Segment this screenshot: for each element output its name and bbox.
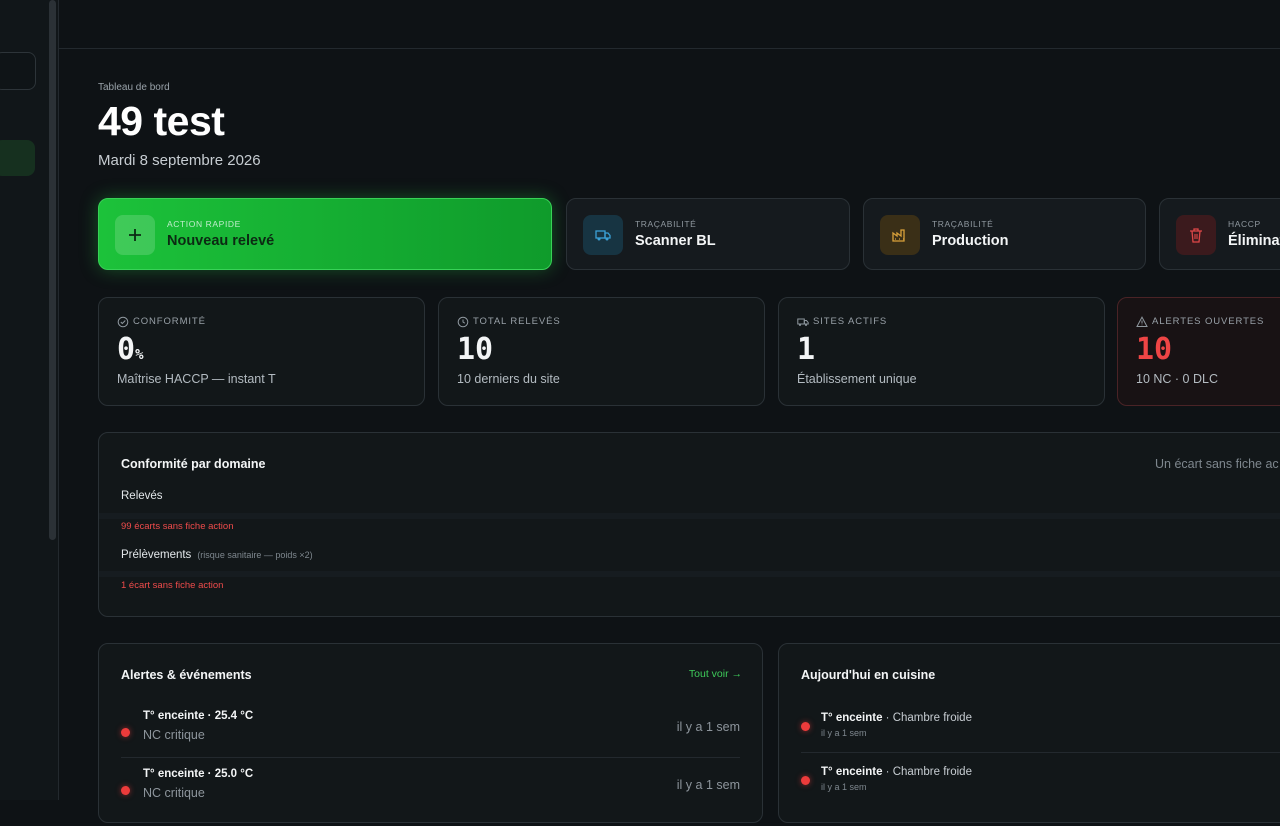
warning-icon xyxy=(1136,316,1148,327)
conformity-bar xyxy=(99,513,1280,519)
action-category: HACCP xyxy=(1228,219,1261,229)
action-category: TRAÇABILITÉ xyxy=(635,219,697,229)
alert-status: NC critique xyxy=(143,728,205,742)
kitchen-item-type: T° enceinte xyxy=(821,712,883,724)
new-reading-button[interactable]: ACTION RAPIDE Nouveau relevé xyxy=(98,198,552,270)
domain-warning: 99 écarts sans fiche action xyxy=(121,521,234,532)
alert-status: NC critique xyxy=(143,786,205,800)
conformity-panel: Conformité par domaine Un écart sans fic… xyxy=(98,432,1280,617)
kitchen-item-place: · Chambre froide xyxy=(882,712,972,724)
stat-unit: % xyxy=(135,347,144,363)
domain-note: (risque sanitaire — poids ×2) xyxy=(197,550,313,560)
domain-name: Relevés xyxy=(121,490,163,502)
plus-icon xyxy=(115,215,155,255)
kitchen-item-time: il y a 1 sem xyxy=(821,782,867,792)
stat-number: 0 xyxy=(117,332,136,367)
page-date: Mardi 8 septembre 2026 xyxy=(98,152,261,169)
elimination-button[interactable]: HACCP Éliminat xyxy=(1159,198,1280,270)
stat-value: 1 xyxy=(797,332,816,367)
stat-subtitle: 10 NC · 0 DLC xyxy=(1136,372,1218,386)
sidebar xyxy=(0,0,59,800)
panel-hint: Un écart sans fiche ac xyxy=(1155,457,1279,471)
status-dot-icon xyxy=(801,722,810,731)
factory-icon xyxy=(880,215,920,255)
stat-label: ALERTES OUVERTES xyxy=(1152,316,1265,327)
main-content: Tableau de bord 49 test Mardi 8 septembr… xyxy=(98,0,1280,823)
panel-title: Alertes & événements xyxy=(121,668,252,682)
alert-title: T° enceinte · 25.4 °C xyxy=(143,710,254,722)
kitchen-item-time: il y a 1 sem xyxy=(821,728,867,738)
panel-title: Conformité par domaine xyxy=(121,457,266,471)
alert-title: T° enceinte · 25.0 °C xyxy=(143,768,254,780)
status-dot-icon xyxy=(801,776,810,785)
sidebar-search-field[interactable] xyxy=(0,52,36,90)
alert-item[interactable]: T° enceinte · 25.4 °C NC critique il y a… xyxy=(121,710,740,768)
action-label: Scanner BL xyxy=(635,233,716,249)
domain-label: Relevés xyxy=(121,490,163,502)
action-category: TRAÇABILITÉ xyxy=(932,219,994,229)
alert-time: il y a 1 sem xyxy=(676,778,740,792)
divider xyxy=(801,752,1280,753)
clock-icon xyxy=(457,316,469,328)
truck-icon xyxy=(583,215,623,255)
truck-icon xyxy=(797,318,809,326)
check-circle-icon xyxy=(117,316,129,328)
domain-name: Prélèvements xyxy=(121,549,192,561)
conformity-bar xyxy=(99,571,1280,577)
scan-bl-button[interactable]: TRAÇABILITÉ Scanner BL xyxy=(566,198,850,270)
stat-value: 10 xyxy=(457,332,494,367)
panel-title: Aujourd'hui en cuisine xyxy=(801,668,936,682)
stat-card-open-alerts: ALERTES OUVERTES 10 10 NC · 0 DLC xyxy=(1117,297,1280,406)
action-label: Éliminat xyxy=(1228,233,1280,249)
stat-card-active-sites: SITES ACTIFS 1 Établissement unique xyxy=(778,297,1105,406)
stat-card-conformity: CONFORMITÉ 0% Maîtrise HACCP — instant T xyxy=(98,297,425,406)
kitchen-item[interactable]: T° enceinte · Chambre froide il y a 1 se… xyxy=(801,766,1280,816)
alert-time: il y a 1 sem xyxy=(676,720,740,734)
action-category: ACTION RAPIDE xyxy=(167,219,241,229)
alert-item[interactable]: T° enceinte · 25.0 °C NC critique il y a… xyxy=(121,768,740,826)
trash-icon xyxy=(1176,215,1216,255)
kitchen-panel: Aujourd'hui en cuisine T° enceinte · Cha… xyxy=(778,643,1280,823)
kitchen-item-type: T° enceinte xyxy=(821,766,883,778)
stat-label: SITES ACTIFS xyxy=(813,316,888,327)
stat-value: 0% xyxy=(117,332,144,367)
stat-subtitle: Établissement unique xyxy=(797,372,917,386)
stat-value: 10 xyxy=(1136,332,1173,367)
stat-label: CONFORMITÉ xyxy=(133,316,206,327)
page-title: 49 test xyxy=(98,98,225,144)
kitchen-item-place: · Chambre froide xyxy=(882,766,972,778)
stat-card-total-readings: TOTAL RELEVÉS 10 10 derniers du site xyxy=(438,297,765,406)
sidebar-item-active[interactable] xyxy=(0,140,35,176)
stat-label: TOTAL RELEVÉS xyxy=(473,316,561,327)
stat-subtitle: 10 derniers du site xyxy=(457,372,560,386)
sidebar-scrollbar[interactable] xyxy=(49,0,56,540)
status-dot-icon xyxy=(121,786,130,795)
kitchen-item[interactable]: T° enceinte · Chambre froide il y a 1 se… xyxy=(801,712,1280,762)
status-dot-icon xyxy=(121,728,130,737)
alerts-panel: Alertes & événements Tout voir → T° ence… xyxy=(98,643,763,823)
kitchen-item-title: T° enceinte · Chambre froide xyxy=(821,712,972,724)
kitchen-item-title: T° enceinte · Chambre froide xyxy=(821,766,972,778)
stat-subtitle: Maîtrise HACCP — instant T xyxy=(117,372,276,386)
action-label: Production xyxy=(932,233,1009,249)
divider xyxy=(121,757,740,758)
domain-warning: 1 écart sans fiche action xyxy=(121,580,224,591)
production-button[interactable]: TRAÇABILITÉ Production xyxy=(863,198,1146,270)
see-all-link[interactable]: Tout voir → xyxy=(689,668,742,680)
breadcrumb: Tableau de bord xyxy=(98,82,170,93)
domain-label: Prélèvements (risque sanitaire — poids ×2… xyxy=(121,549,313,561)
action-label: Nouveau relevé xyxy=(167,233,275,249)
